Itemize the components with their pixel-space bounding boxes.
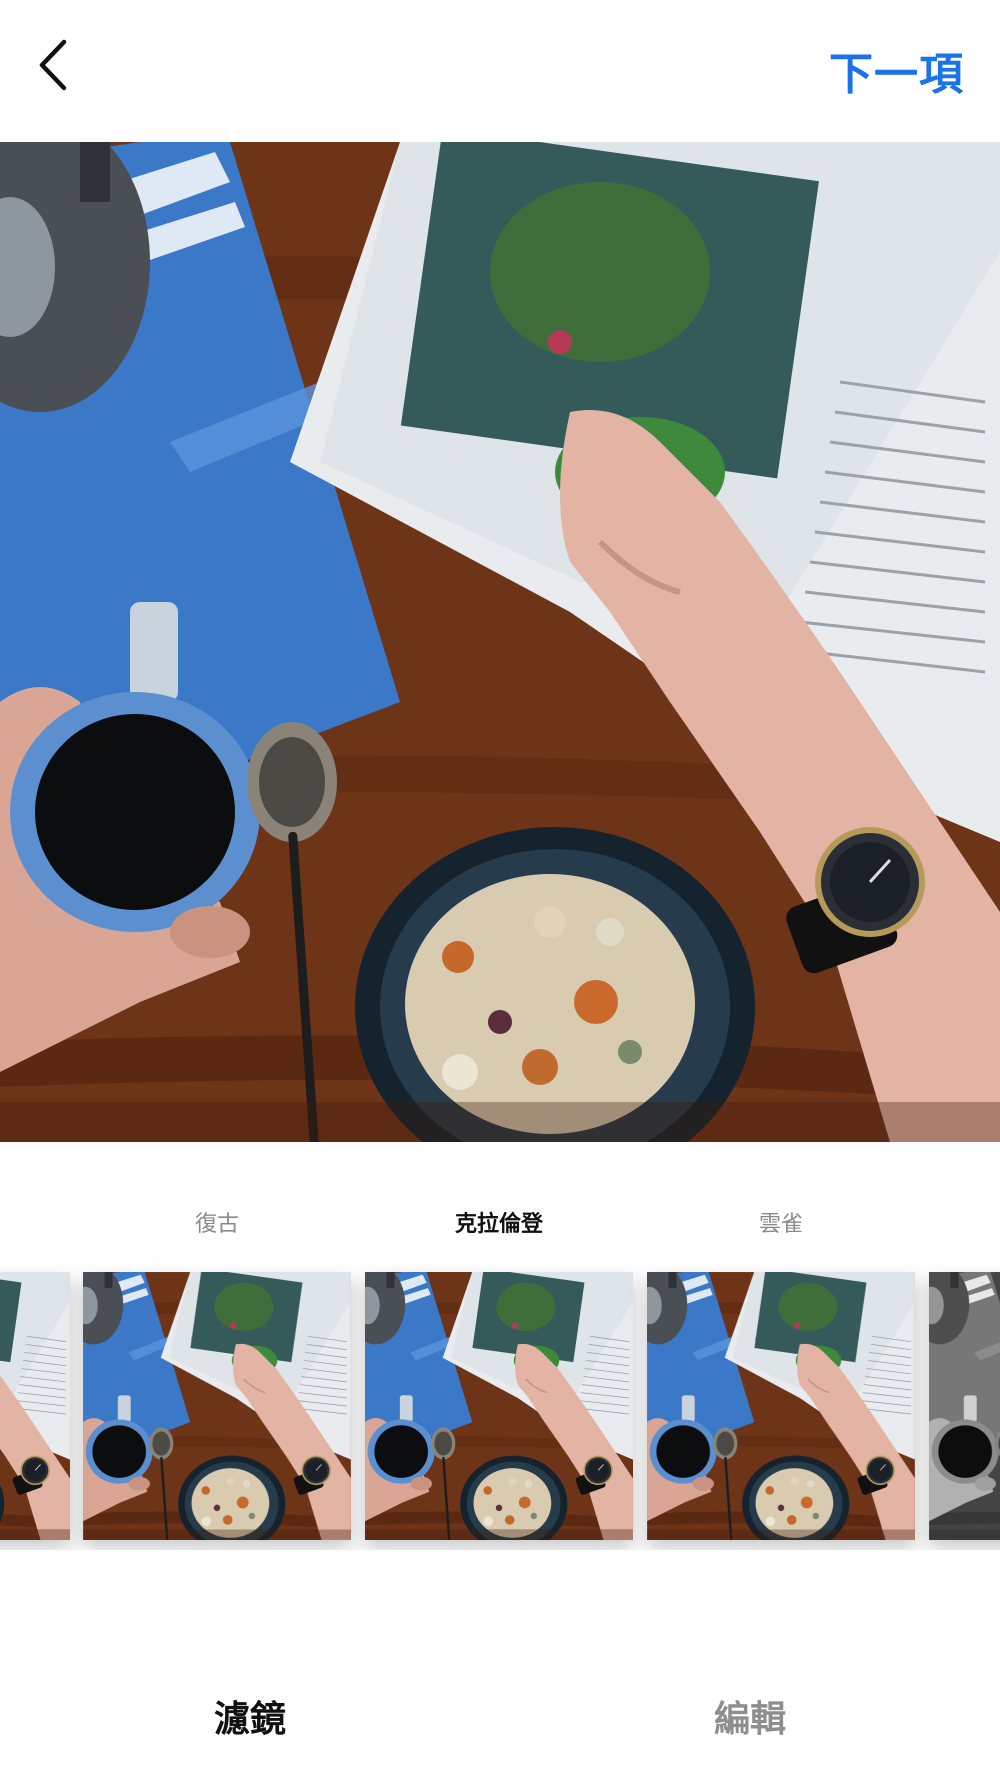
filter-label-selected: 克拉倫登 — [454, 1212, 543, 1237]
filter-label: 復古 — [194, 1212, 239, 1237]
filter-thumbnail[interactable] — [365, 1272, 633, 1540]
bottom-tab-bar: 濾鏡 編輯 — [0, 1650, 1000, 1777]
filter-thumbnail[interactable] — [83, 1272, 351, 1540]
filter-thumbnail[interactable] — [0, 1272, 70, 1540]
photo-preview[interactable] — [0, 142, 1000, 1142]
filter-thumbnail[interactable] — [929, 1272, 1000, 1540]
filter-strip[interactable]: 復古 克拉倫登 雲雀 — [0, 1210, 1000, 1550]
tab-edit[interactable]: 編輯 — [600, 1690, 900, 1742]
filter-thumbnail[interactable] — [647, 1272, 915, 1540]
tab-filters[interactable]: 濾鏡 — [100, 1690, 400, 1742]
top-bar: 下一項 — [0, 0, 1000, 142]
back-button[interactable] — [30, 30, 86, 100]
next-button[interactable]: 下一項 — [829, 38, 964, 102]
filter-label: 雲雀 — [758, 1212, 803, 1237]
filter-label — [0, 1210, 70, 1240]
filter-label — [929, 1210, 1000, 1240]
chevron-left-icon — [39, 39, 67, 91]
preview-image — [0, 142, 1000, 1142]
